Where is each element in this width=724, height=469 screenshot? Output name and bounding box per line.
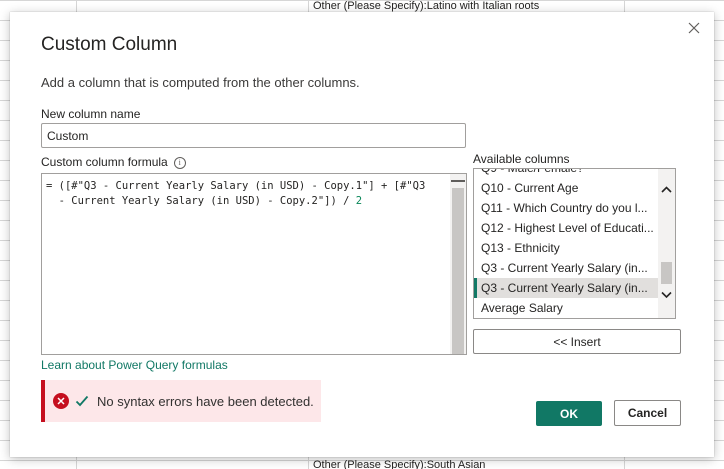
available-columns-label: Available columns: [473, 152, 570, 166]
close-icon: [688, 22, 700, 34]
scrollbar-thumb[interactable]: [452, 188, 464, 354]
scrollbar-marker: [451, 180, 465, 182]
background-cell: Other (Please Specify):South Asian: [313, 459, 486, 469]
list-scrollbar[interactable]: [658, 169, 675, 318]
dialog-title: Custom Column: [41, 34, 178, 55]
list-item[interactable]: Q9 - Male/Female?: [474, 169, 659, 178]
learn-power-query-link[interactable]: Learn about Power Query formulas: [41, 358, 228, 372]
formula-line-1: = ([#"Q3 - Current Yearly Salary (in USD…: [46, 180, 426, 192]
column-name-label: New column name: [41, 107, 141, 121]
formula-scrollbar[interactable]: [450, 174, 466, 354]
syntax-status-text: No syntax errors have been detected.: [97, 393, 314, 409]
info-icon[interactable]: i: [173, 156, 186, 169]
close-button[interactable]: [684, 18, 704, 38]
list-item[interactable]: Q13 - Ethnicity: [474, 238, 659, 258]
formula-label-row: Custom column formula i: [41, 155, 186, 169]
formula-number: 2: [355, 195, 363, 207]
list-item[interactable]: Q3 - Current Yearly Salary (in...: [474, 258, 659, 278]
formula-editor[interactable]: = ([#"Q3 - Current Yearly Salary (in USD…: [41, 173, 467, 355]
cancel-button[interactable]: Cancel: [614, 400, 681, 426]
scrollbar-thumb[interactable]: [661, 262, 672, 284]
formula-label: Custom column formula: [41, 155, 168, 169]
formula-line-2: - Current Yearly Salary (in USD) - Copy.…: [46, 195, 356, 207]
chevron-down-icon[interactable]: [660, 288, 673, 301]
error-icon: [53, 393, 69, 409]
background-cell: Other (Please Specify):Latino with Itali…: [313, 0, 540, 12]
ok-button[interactable]: OK: [536, 401, 602, 426]
dialog-description: Add a column that is computed from the o…: [41, 75, 360, 90]
available-columns-list[interactable]: Q9 - Male/Female? Q10 - Current Age Q11 …: [473, 168, 676, 319]
custom-column-dialog: Custom Column Add a column that is compu…: [10, 12, 714, 457]
list-item-selected[interactable]: Q3 - Current Yearly Salary (in...: [474, 278, 659, 298]
chevron-up-icon[interactable]: [660, 183, 673, 196]
list-item[interactable]: Q10 - Current Age: [474, 178, 659, 198]
syntax-status-bar: No syntax errors have been detected.: [41, 380, 321, 422]
formula-text[interactable]: = ([#"Q3 - Current Yearly Salary (in USD…: [46, 179, 446, 209]
column-name-input[interactable]: [41, 123, 466, 148]
checkmark-icon: [75, 395, 89, 407]
list-item[interactable]: Q11 - Which Country do you l...: [474, 198, 659, 218]
insert-button[interactable]: << Insert: [473, 329, 681, 354]
list-item[interactable]: Average Salary: [474, 298, 659, 318]
list-item[interactable]: Q12 - Highest Level of Educati...: [474, 218, 659, 238]
